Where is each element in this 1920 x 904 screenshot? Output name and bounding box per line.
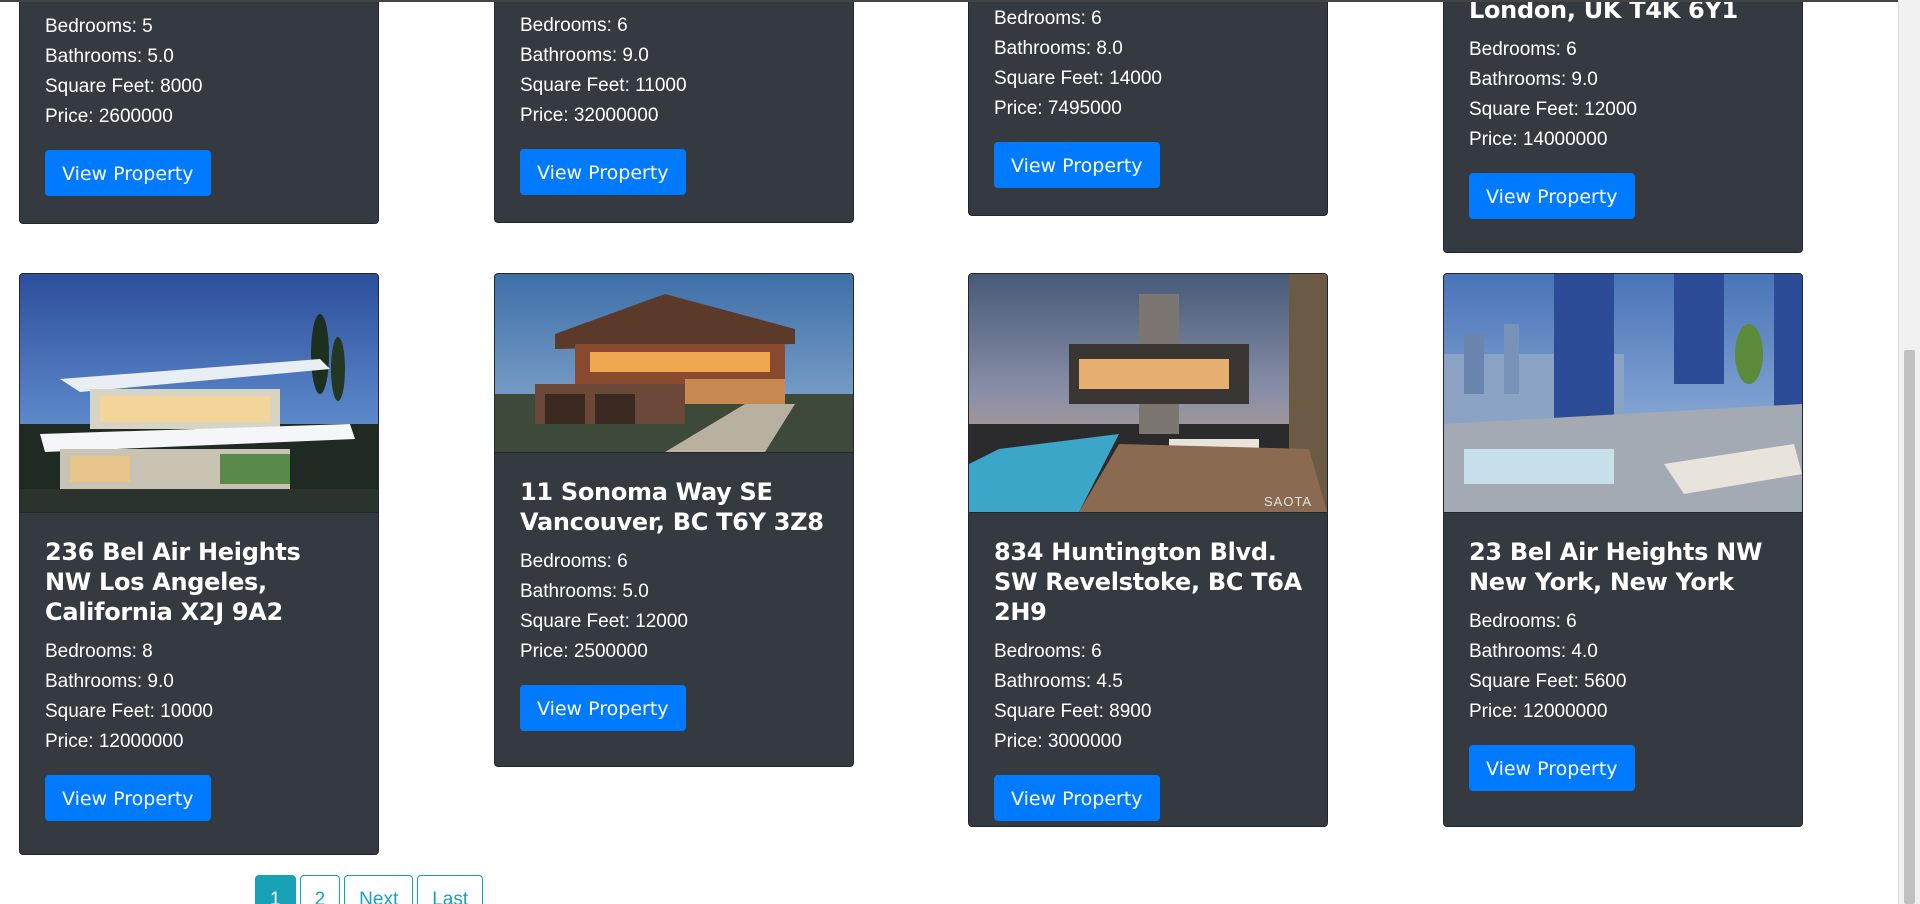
bathrooms-text: Bathrooms: 8.0 xyxy=(994,38,1123,59)
property-image[interactable] xyxy=(495,274,853,453)
square-feet-text: Square Feet: 5600 xyxy=(1469,671,1627,692)
square-feet-text: Square Feet: 12000 xyxy=(1469,99,1637,120)
property-card-6: 11 Sonoma Way SE Vancouver, BC T6Y 3Z8 B… xyxy=(494,273,854,767)
bathrooms-text: Bathrooms: 9.0 xyxy=(45,671,174,692)
price-text: Price: 12000000 xyxy=(45,731,184,752)
property-image[interactable] xyxy=(20,274,378,513)
pagination: 1 2 Next Last xyxy=(255,875,487,904)
bathrooms-text: Bathrooms: 5.0 xyxy=(520,581,649,602)
price-text: Price: 7495000 xyxy=(994,98,1122,119)
listings-page: Bedrooms: 5 Bathrooms: 5.0 Square Feet: … xyxy=(0,0,1898,904)
property-title: 834 Huntington Blvd. SW Revelstoke, BC T… xyxy=(994,538,1302,626)
property-title: 23 Bel Air Heights NW New York, New York xyxy=(1469,538,1763,596)
price-text: Price: 2500000 xyxy=(520,641,648,662)
view-property-button[interactable]: View Property xyxy=(994,775,1160,821)
view-property-button[interactable]: View Property xyxy=(520,149,686,195)
bedrooms-text: Bedrooms: 6 xyxy=(994,641,1102,662)
property-card-1: Bedrooms: 5 Bathrooms: 5.0 Square Feet: … xyxy=(19,2,379,224)
view-property-button[interactable]: View Property xyxy=(45,150,211,196)
price-text: Price: 12000000 xyxy=(1469,701,1608,722)
square-feet-text: Square Feet: 10000 xyxy=(45,701,213,722)
square-feet-text: Square Feet: 11000 xyxy=(520,75,687,96)
property-title: London, UK T4K 6Y1 xyxy=(1469,0,1738,24)
square-feet-text: Square Feet: 12000 xyxy=(520,611,688,632)
bedrooms-text: Bedrooms: 6 xyxy=(1469,611,1577,632)
bedrooms-text: Bedrooms: 6 xyxy=(1469,39,1577,60)
property-card-2: Bedrooms: 6 Bathrooms: 9.0 Square Feet: … xyxy=(494,2,854,223)
price-text: Price: 2600000 xyxy=(45,106,173,127)
scrollbar-thumb[interactable] xyxy=(1904,350,1915,904)
bathrooms-text: Bathrooms: 5.0 xyxy=(45,46,174,67)
saota-watermark: SAOTA xyxy=(1264,494,1312,509)
price-text: Price: 3000000 xyxy=(994,731,1122,752)
price-text: Price: 32000000 xyxy=(520,105,659,126)
bathrooms-text: Bathrooms: 4.0 xyxy=(1469,641,1598,662)
property-card-3: Bedrooms: 6 Bathrooms: 8.0 Square Feet: … xyxy=(968,2,1328,216)
bedrooms-text: Bedrooms: 5 xyxy=(45,16,153,37)
property-image[interactable]: SAOTA xyxy=(969,274,1327,513)
property-card-4: London, UK T4K 6Y1 Bedrooms: 6 Bathrooms… xyxy=(1443,0,1803,253)
next-page-link[interactable]: Next xyxy=(344,875,414,904)
square-feet-text: Square Feet: 8900 xyxy=(994,701,1152,722)
view-property-button[interactable]: View Property xyxy=(520,685,686,731)
page-1-link[interactable]: 1 xyxy=(255,875,296,904)
bathrooms-text: Bathrooms: 9.0 xyxy=(1469,69,1598,90)
view-property-button[interactable]: View Property xyxy=(1469,745,1635,791)
view-property-button[interactable]: View Property xyxy=(45,775,211,821)
square-feet-text: Square Feet: 14000 xyxy=(994,68,1162,89)
view-property-button[interactable]: View Property xyxy=(1469,173,1635,219)
bedrooms-text: Bedrooms: 6 xyxy=(994,8,1102,29)
property-image[interactable] xyxy=(1444,274,1802,513)
bathrooms-text: Bathrooms: 9.0 xyxy=(520,45,649,66)
page-2-link[interactable]: 2 xyxy=(299,875,341,904)
bedrooms-text: Bedrooms: 6 xyxy=(520,551,628,572)
bedrooms-text: Bedrooms: 6 xyxy=(520,15,628,36)
property-title: 11 Sonoma Way SE Vancouver, BC T6Y 3Z8 xyxy=(520,478,824,536)
bathrooms-text: Bathrooms: 4.5 xyxy=(994,671,1123,692)
property-title: 236 Bel Air Heights NW Los Angeles, Cali… xyxy=(45,538,301,626)
bedrooms-text: Bedrooms: 8 xyxy=(45,641,153,662)
price-text: Price: 14000000 xyxy=(1469,129,1608,150)
property-card-8: 23 Bel Air Heights NW New York, New York… xyxy=(1443,273,1803,827)
vertical-scrollbar[interactable] xyxy=(1898,0,1920,904)
view-property-button[interactable]: View Property xyxy=(994,142,1160,188)
square-feet-text: Square Feet: 8000 xyxy=(45,76,203,97)
property-card-7: SAOTA 834 Huntington Blvd. SW Revelstoke… xyxy=(968,273,1328,827)
last-page-link[interactable]: Last xyxy=(417,875,484,904)
property-card-5: 236 Bel Air Heights NW Los Angeles, Cali… xyxy=(19,273,379,855)
